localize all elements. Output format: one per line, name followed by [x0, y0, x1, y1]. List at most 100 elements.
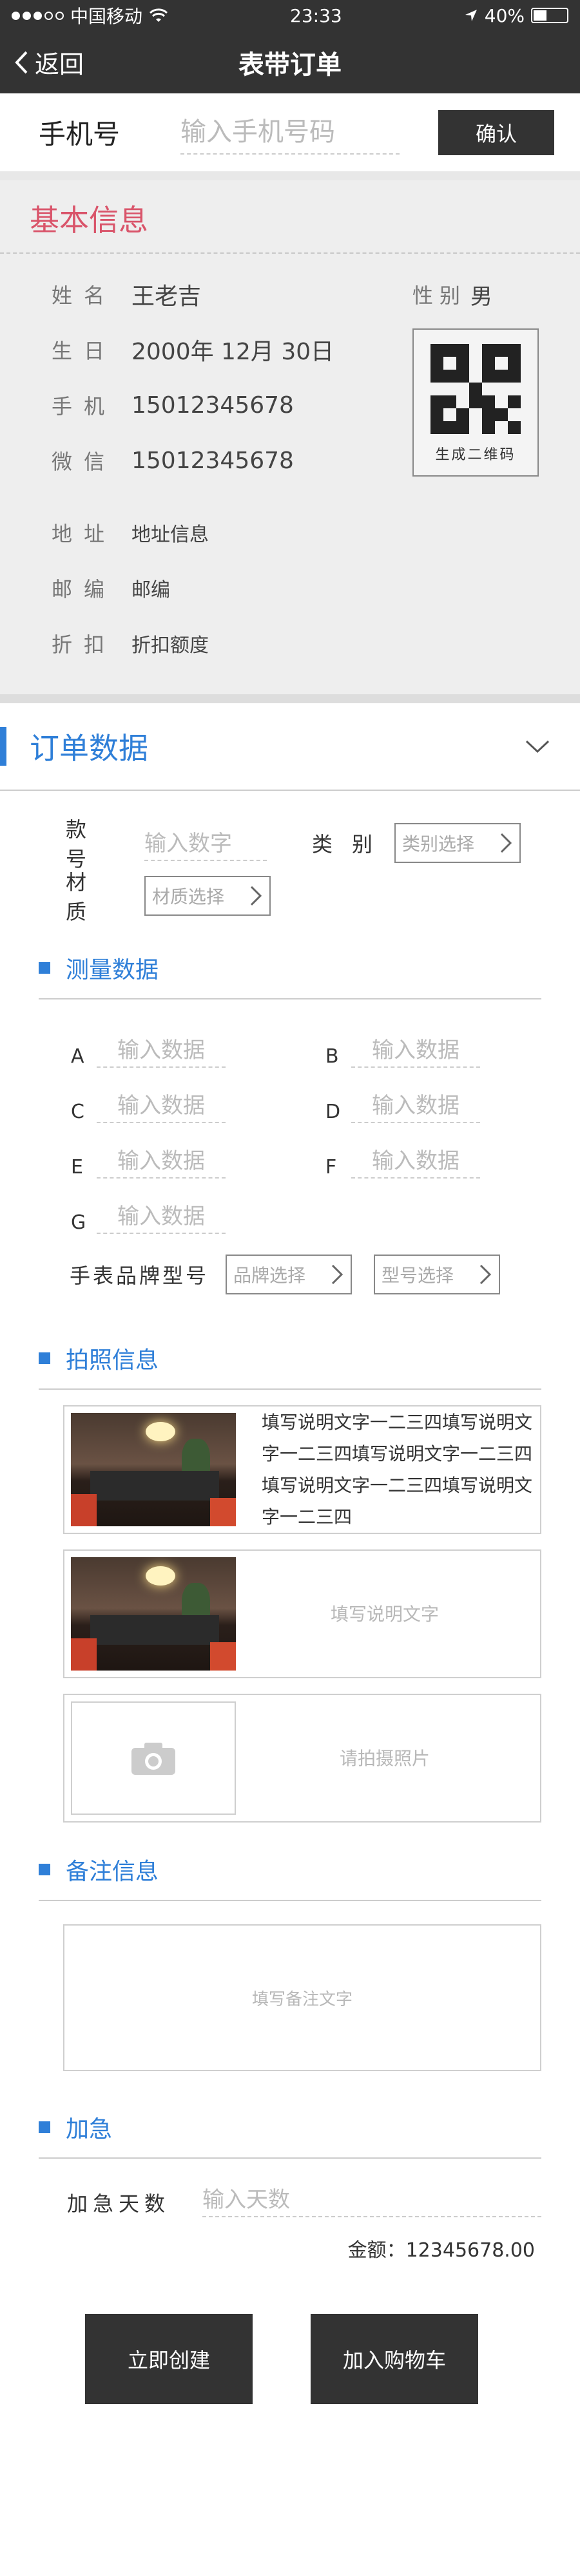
urgent-days-row: 加急天数 输入天数 [0, 2159, 580, 2217]
model-type-select-value: 型号选择 [382, 1265, 454, 1286]
camera-icon [131, 1743, 175, 1775]
nav-bar: 返回 表带订单 [0, 31, 580, 93]
measure-input[interactable]: 输入数据 [351, 1088, 480, 1123]
measure-input[interactable]: 输入数据 [97, 1198, 226, 1234]
add-to-cart-button[interactable]: 加入购物车 [311, 2314, 478, 2404]
notes-textarea[interactable]: 填写备注文字 [63, 1924, 541, 2071]
info-row-name: 姓名 王老吉 [0, 267, 580, 322]
measure-f: F 输入数据 [325, 1123, 580, 1179]
notes-header: 备注信息 [39, 1839, 541, 1901]
order-data-title: 订单数据 [0, 727, 148, 766]
measure-input[interactable]: 输入数据 [351, 1032, 480, 1068]
brand-select-value: 品牌选择 [233, 1265, 306, 1286]
phone-row: 手机号 输入手机号码 确认 [0, 93, 580, 180]
info-value-zip: 邮编 [131, 579, 170, 601]
take-photo-button[interactable] [71, 1701, 236, 1815]
info-label: 微信 [52, 450, 117, 474]
measure-a: A 输入数据 [71, 1012, 325, 1068]
measure-input[interactable]: 输入数据 [97, 1088, 226, 1123]
measure-header: 测量数据 [39, 938, 541, 999]
photo-card-empty[interactable]: 请拍摄照片 [63, 1694, 541, 1823]
measure-key: D [325, 1101, 341, 1123]
notes-title: 备注信息 [66, 1859, 159, 1885]
measure-key: C [71, 1101, 84, 1123]
photo-card[interactable]: 填写说明文字一二三四填写说明文字一二三四填写说明文字一二三四填写说明文字一二三四… [63, 1405, 541, 1534]
chevron-right-icon [331, 1264, 343, 1285]
info-label: 地址 [52, 522, 117, 546]
info-value-discount: 折扣额度 [131, 634, 209, 657]
model-label: 款号 [66, 817, 106, 871]
location-arrow-icon [465, 10, 477, 21]
urgent-days-input[interactable]: 输入天数 [202, 2182, 541, 2217]
create-now-button[interactable]: 立即创建 [85, 2314, 253, 2404]
section-marker-icon [39, 962, 50, 974]
wifi-icon [149, 8, 168, 22]
info-value-wechat: 15012345678 [131, 447, 294, 474]
info-row-discount: 折扣 折扣额度 [0, 616, 580, 671]
model-type-select[interactable]: 型号选择 [374, 1255, 500, 1294]
chevron-right-icon [479, 1264, 492, 1285]
chevron-down-icon[interactable] [525, 734, 550, 759]
measure-input[interactable]: 输入数据 [351, 1143, 480, 1179]
measure-key: G [71, 1211, 86, 1234]
measure-key: B [325, 1045, 339, 1068]
measure-key: A [71, 1045, 84, 1068]
clock: 23:33 [290, 5, 342, 26]
phone-label: 手机号 [39, 118, 121, 150]
confirm-button[interactable]: 确认 [438, 109, 554, 155]
model-input[interactable]: 输入数字 [144, 826, 267, 861]
category-select-value: 类别选择 [402, 833, 475, 855]
qr-code-button[interactable]: 生成二维码 [412, 328, 539, 477]
info-row-zip: 邮编 邮编 [0, 560, 580, 616]
photo-card[interactable]: 填写说明文字 [63, 1549, 541, 1678]
qr-caption: 生成二维码 [435, 447, 516, 463]
photo-thumbnail[interactable] [71, 1413, 236, 1526]
signal-dots-icon [12, 11, 64, 20]
photo-description-placeholder[interactable]: 填写说明文字 [236, 1598, 534, 1630]
material-select-value: 材质选择 [152, 886, 225, 907]
material-label: 材质 [66, 870, 106, 924]
basic-info-title: 基本信息 [0, 180, 580, 254]
info-label: 折扣 [52, 632, 117, 657]
measure-key: F [325, 1156, 337, 1179]
urgent-title: 加急 [66, 2116, 113, 2143]
measure-g: G 输入数据 [71, 1179, 325, 1234]
chevron-left-icon [15, 51, 28, 73]
chevron-right-icon [500, 833, 512, 853]
back-button[interactable]: 返回 [14, 44, 84, 80]
status-bar: 中国移动 23:33 40% [0, 0, 580, 31]
photo-description[interactable]: 填写说明文字一二三四填写说明文字一二三四填写说明文字一二三四填写说明文字一二三四… [236, 1406, 534, 1533]
photo-thumbnail[interactable] [71, 1557, 236, 1671]
info-row-address: 地址 地址信息 [0, 505, 580, 560]
measure-title: 测量数据 [66, 957, 159, 983]
section-marker-icon [39, 1864, 50, 1875]
brand-select[interactable]: 品牌选择 [226, 1255, 352, 1294]
info-value-name: 王老吉 [131, 283, 202, 310]
order-data-header[interactable]: 订单数据 [0, 703, 580, 791]
photos-title: 拍照信息 [66, 1347, 159, 1374]
carrier: 中国移动 [70, 6, 143, 27]
phone-input[interactable]: 输入手机号码 [180, 111, 400, 155]
gender-label: 性别 [412, 283, 467, 308]
amount-total: 金额：12345678.00 [347, 2239, 535, 2262]
measure-e: E 输入数据 [71, 1123, 325, 1179]
gender-field: 性别 男 [412, 267, 492, 322]
info-value-birthday: 2000年 12月 30日 [131, 339, 334, 365]
info-label: 姓名 [52, 283, 117, 308]
material-select[interactable]: 材质选择 [144, 876, 271, 916]
info-value-phone: 15012345678 [131, 392, 294, 419]
category-select[interactable]: 类别选择 [394, 823, 521, 863]
measure-grid: A 输入数据 B 输入数据 C 输入数据 D 输入数据 E 输入数据 F 输入数据 G 输入数… [0, 999, 580, 1234]
section-marker-icon [39, 2121, 50, 2133]
page-title: 表带订单 [238, 50, 342, 80]
info-label: 生日 [52, 339, 117, 363]
info-value-address: 地址信息 [131, 524, 209, 546]
measure-b: B 输入数据 [325, 1012, 580, 1068]
photos-header: 拍照信息 [39, 1328, 541, 1390]
take-photo-hint: 请拍摄照片 [339, 1747, 430, 1769]
measure-input[interactable]: 输入数据 [97, 1143, 226, 1179]
measure-c: C 输入数据 [71, 1068, 325, 1123]
section-marker-icon [39, 1352, 50, 1364]
qr-code-icon [430, 344, 521, 434]
measure-input[interactable]: 输入数据 [97, 1032, 226, 1068]
